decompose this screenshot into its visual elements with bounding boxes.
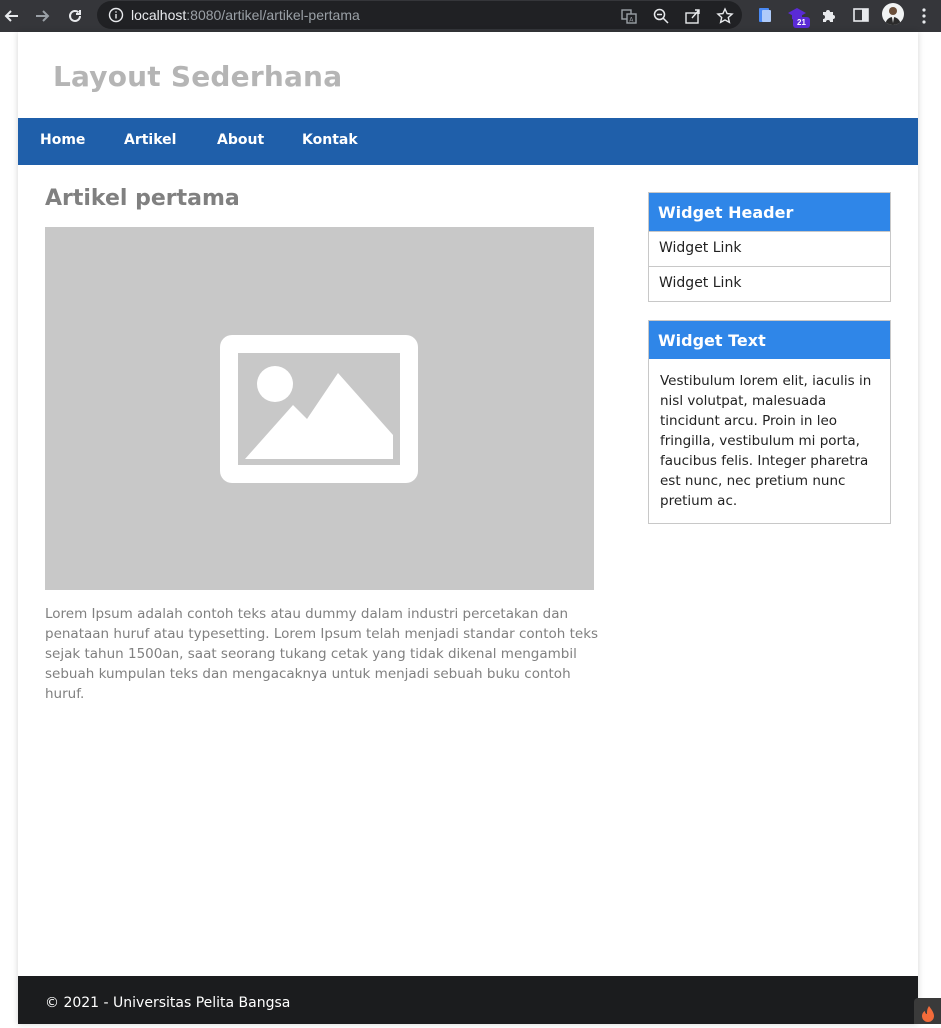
main-navbar: Home Artikel About Kontak [18,118,918,165]
bookmark-star-icon[interactable] [716,7,734,25]
article-title: Artikel pertama [45,186,240,211]
widget-link-1[interactable]: Widget Link [649,231,890,266]
site-container: Layout Sederhana Home Artikel About Kont… [18,32,918,1024]
site-title: Layout Sederhana [53,60,343,93]
site-footer: © 2021 - Universitas Pelita Bangsa [18,976,918,1024]
nav-about[interactable]: About [217,132,264,148]
puzzle-icon[interactable] [819,5,839,25]
floating-tool-button[interactable] [914,998,941,1024]
widget-links: Widget Header Widget Link Widget Link [648,192,891,302]
reload-icon [69,9,81,22]
widget-link-2[interactable]: Widget Link [649,266,890,301]
translate-icon[interactable]: A [620,7,638,25]
address-bar[interactable]: localhost:8080/artikel/artikel-pertama A [97,1,742,29]
nav-home[interactable]: Home [40,132,85,148]
widget-text-body: Vestibulum lorem elit, iaculis in nisl v… [660,373,872,509]
article-body: Lorem Ipsum adalah contoh teks atau dumm… [45,606,599,702]
page-viewport: Layout Sederhana Home Artikel About Kont… [0,32,941,1024]
widget-text: Widget Text Vestibulum lorem elit, iacul… [648,320,891,524]
zoom-out-icon[interactable] [652,7,670,25]
flame-icon [922,1006,934,1022]
nav-kontak[interactable]: Kontak [302,132,358,148]
menu-kebab[interactable] [921,6,927,26]
more-vertical-icon [922,8,926,24]
back-button[interactable] [0,4,24,28]
browser-toolbar: localhost:8080/artikel/artikel-pertama A… [0,0,941,32]
widget-header-title: Widget Header [649,193,890,231]
footer-copyright: © 2021 - Universitas Pelita Bangsa [45,995,291,1011]
extension-docs-icon[interactable] [755,5,775,25]
info-icon[interactable] [108,7,124,23]
image-placeholder-icon [220,335,418,483]
nav-artikel[interactable]: Artikel [124,132,176,148]
article-image-placeholder [45,227,594,590]
forward-button[interactable] [30,4,54,28]
avatar-person-icon [885,7,901,25]
reload-button[interactable] [63,4,87,28]
extension-badge: 21 [793,17,810,28]
arrow-right-icon [36,10,50,22]
side-panel-icon[interactable] [851,5,871,25]
arrow-left-icon [4,10,18,22]
profile-avatar[interactable] [882,3,904,25]
widget-text-title: Widget Text [649,321,890,359]
share-icon[interactable] [684,7,702,25]
url-text: localhost:8080/artikel/artikel-pertama [131,7,360,23]
